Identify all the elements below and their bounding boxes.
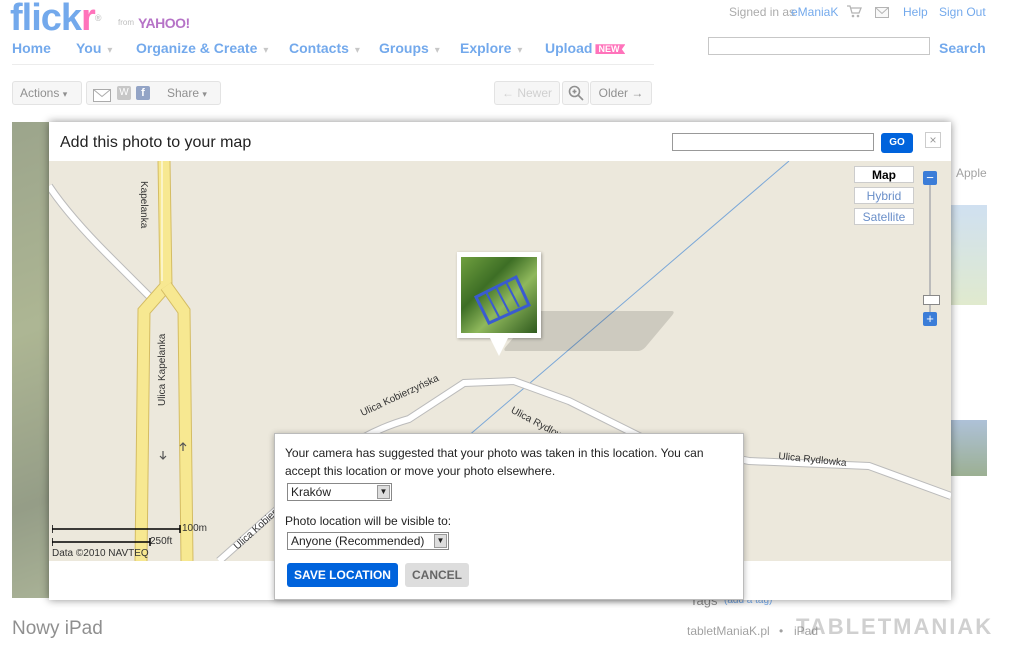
zoom-slider-track[interactable] (929, 185, 931, 312)
zoom-in-button[interactable]: + (923, 312, 937, 326)
location-suggestion-popup: Your camera has suggested that your phot… (274, 433, 744, 600)
chevron-down-icon: ▼ (434, 534, 447, 548)
zoom-slider-handle[interactable] (923, 295, 940, 305)
visibility-label: Photo location will be visible to: (285, 514, 452, 528)
map-type-hybrid-button[interactable]: Hybrid (854, 187, 914, 204)
photo-marker[interactable] (457, 252, 541, 338)
close-icon[interactable]: × (925, 132, 941, 148)
go-button[interactable]: GO (881, 133, 913, 153)
map-copyright: Data ©2010 NAVTEQ (52, 548, 149, 559)
zoom-out-button[interactable]: − (923, 171, 937, 185)
cancel-button[interactable]: CANCEL (405, 563, 469, 587)
dialog-title: Add this photo to your map (60, 134, 252, 151)
suggestion-text-line1: Your camera has suggested that your phot… (285, 446, 704, 460)
location-search-input[interactable] (672, 133, 874, 151)
suggestion-text-line2: accept this location or move your photo … (285, 464, 556, 478)
location-select[interactable]: Kraków ▼ (287, 483, 392, 501)
map-type-map-button[interactable]: Map (854, 166, 914, 183)
visibility-select[interactable]: Anyone (Recommended) ▼ (287, 532, 449, 550)
scale-meters: 100m (182, 523, 208, 534)
photo-thumbnail (461, 257, 537, 333)
map-type-satellite-button[interactable]: Satellite (854, 208, 914, 225)
photo-thumbnail-art (473, 274, 531, 325)
scale-feet: 250ft (150, 536, 173, 547)
watermark: TABLETMANIAK (796, 614, 994, 639)
street-label-kapelanka-top: Kapelanka (138, 181, 149, 229)
save-location-button[interactable]: SAVE LOCATION (287, 563, 398, 587)
chevron-down-icon: ▼ (377, 485, 390, 499)
marker-pointer (490, 338, 508, 356)
street-label-kapelanka: Ulica Kapelanka (157, 333, 168, 406)
